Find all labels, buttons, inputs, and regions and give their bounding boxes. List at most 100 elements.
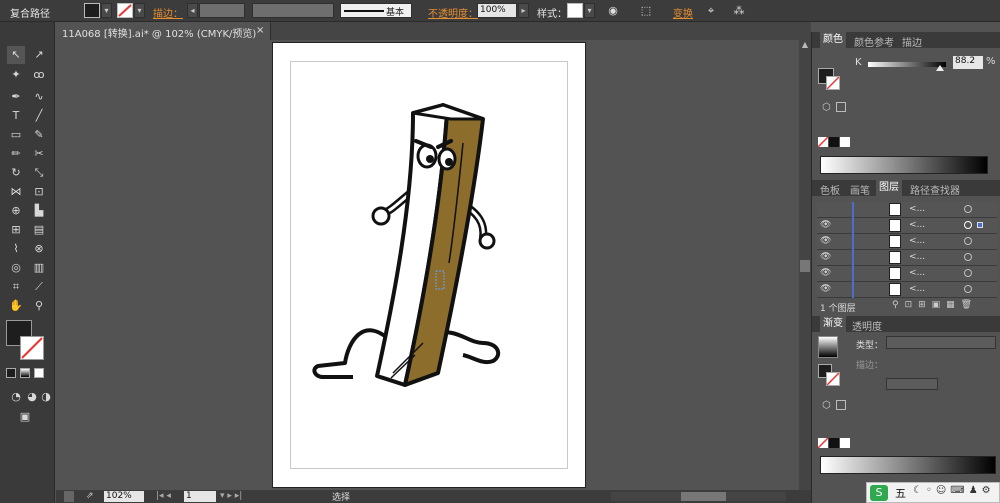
none-mode-icon[interactable] bbox=[34, 368, 44, 378]
target-icon[interactable] bbox=[964, 285, 972, 293]
artboard-tool-icon[interactable]: ⌗ bbox=[7, 278, 25, 296]
graphic-style-swatch[interactable] bbox=[567, 3, 583, 18]
none-swatch[interactable] bbox=[817, 437, 829, 449]
visibility-eye-icon[interactable]: 👁 bbox=[820, 268, 831, 278]
line-tool-icon[interactable]: ╱ bbox=[30, 107, 48, 125]
target-icon[interactable] bbox=[964, 269, 972, 277]
rotate-tool-icon[interactable]: ↻ bbox=[7, 164, 25, 182]
column-graph-tool-icon[interactable]: ▥ bbox=[30, 259, 48, 277]
close-tab-icon[interactable]: × bbox=[256, 25, 264, 36]
chart-tool-icon[interactable]: ▙ bbox=[30, 202, 48, 220]
eyedropper-tool-icon[interactable]: ⌇ bbox=[7, 240, 25, 258]
layer-row[interactable]: 👁 <... bbox=[817, 282, 997, 298]
scroll-up-icon[interactable]: ▲ bbox=[799, 40, 811, 52]
shape-builder-tool-icon[interactable]: ⊕ bbox=[7, 202, 25, 220]
layer-actions[interactable]: ⚲⊡⊞▣▦🗑 bbox=[892, 300, 978, 310]
isolate-icon[interactable]: ⌖ bbox=[703, 3, 719, 18]
none-swatch[interactable] bbox=[817, 136, 829, 148]
zoom-field[interactable]: 102% bbox=[104, 491, 144, 502]
white-swatch[interactable] bbox=[840, 137, 850, 147]
ime-mode[interactable]: 五 bbox=[895, 485, 906, 501]
gradient-stroke-box[interactable] bbox=[826, 372, 840, 386]
zoom-tool-icon[interactable]: ⚲ bbox=[30, 297, 48, 315]
gradient-tool-icon[interactable]: ▤ bbox=[30, 221, 48, 239]
opacity-dropdown[interactable]: ▸ bbox=[518, 3, 529, 18]
export-icon[interactable]: ⇗ bbox=[86, 491, 98, 502]
layer-row[interactable]: <... bbox=[817, 202, 997, 218]
transform-label[interactable]: 变换 bbox=[673, 5, 693, 20]
horizontal-scrollbar[interactable] bbox=[611, 492, 786, 501]
stroke-weight-field[interactable] bbox=[199, 3, 245, 18]
selection-tool-icon[interactable]: ↖ bbox=[7, 46, 25, 64]
gradient-angle-field[interactable] bbox=[886, 378, 938, 390]
color-spectrum-bar[interactable] bbox=[820, 156, 988, 174]
opacity-field[interactable]: 100% bbox=[477, 3, 517, 18]
tab-swatches[interactable]: 色板 bbox=[820, 182, 840, 197]
color-stroke-box[interactable] bbox=[826, 76, 840, 90]
stroke-label[interactable]: 描边： bbox=[153, 5, 183, 20]
curvature-tool-icon[interactable]: ∿ bbox=[30, 88, 48, 106]
visibility-eye-icon[interactable]: 👁 bbox=[820, 252, 831, 262]
rectangle-tool-icon[interactable]: ▭ bbox=[7, 126, 25, 144]
k-slider-track[interactable] bbox=[868, 62, 946, 67]
selection-indicator[interactable] bbox=[977, 222, 983, 228]
out-of-gamut-icon[interactable]: ⬡ bbox=[822, 102, 831, 113]
web-safe-icon[interactable] bbox=[836, 400, 846, 410]
hand-tool-icon[interactable]: ✋ bbox=[7, 297, 25, 315]
visibility-eye-icon[interactable]: 👁 bbox=[820, 284, 831, 294]
ime-logo-icon[interactable]: S bbox=[870, 485, 888, 501]
gradient-type-select[interactable] bbox=[886, 336, 996, 349]
tab-color-guide[interactable]: 颜色参考 bbox=[854, 34, 894, 49]
black-swatch[interactable] bbox=[829, 438, 839, 448]
blend-tool-icon[interactable]: ⊗ bbox=[30, 240, 48, 258]
width-tool-icon[interactable]: ⋈ bbox=[7, 183, 25, 201]
stroke-weight-stepper[interactable]: ◂ bbox=[187, 3, 198, 18]
scroll-thumb[interactable] bbox=[800, 260, 810, 272]
black-swatch[interactable] bbox=[829, 137, 839, 147]
web-safe-icon[interactable] bbox=[836, 102, 846, 112]
lasso-tool-icon[interactable]: ꝏ bbox=[30, 66, 48, 84]
ime-icons[interactable]: ☾◦☺⌨♟⚙ bbox=[913, 485, 995, 496]
stroke-dropdown[interactable]: ▾ bbox=[134, 3, 145, 18]
scale-tool-icon[interactable]: ⤡ bbox=[30, 164, 48, 182]
screen-mode-icon[interactable]: ▣ bbox=[16, 408, 34, 426]
magic-wand-tool-icon[interactable]: ✦ bbox=[7, 66, 25, 84]
pencil-tool-icon[interactable]: ✏ bbox=[7, 145, 25, 163]
graphic-style-dropdown[interactable]: ▾ bbox=[584, 3, 595, 18]
fill-swatch[interactable] bbox=[84, 3, 100, 18]
artboard[interactable] bbox=[272, 42, 586, 488]
page-field[interactable]: 1 bbox=[184, 491, 216, 502]
symbol-sprayer-tool-icon[interactable]: ◎ bbox=[7, 259, 25, 277]
paintbrush-tool-icon[interactable]: ✎ bbox=[30, 126, 48, 144]
vertical-scrollbar[interactable]: ▲ bbox=[799, 40, 811, 490]
free-transform-tool-icon[interactable]: ⊡ bbox=[30, 183, 48, 201]
type-tool-icon[interactable]: T bbox=[7, 107, 25, 125]
mesh-tool-icon[interactable]: ⊞ bbox=[7, 221, 25, 239]
panel-menu-icon[interactable]: ⁂ bbox=[731, 3, 747, 18]
tab-layers[interactable]: 图层 bbox=[876, 180, 902, 196]
direct-selection-tool-icon[interactable]: ↗ bbox=[30, 46, 48, 64]
white-swatch[interactable] bbox=[840, 438, 850, 448]
layer-row[interactable]: 👁 <... bbox=[817, 234, 997, 250]
fill-dropdown[interactable]: ▾ bbox=[101, 3, 112, 18]
next-page-icon[interactable]: ▾ ▸ ▸| bbox=[220, 491, 250, 502]
first-page-icon[interactable]: |◂ ◂ bbox=[156, 491, 178, 502]
tab-transparency[interactable]: 透明度 bbox=[852, 318, 882, 333]
stroke-color-box[interactable] bbox=[20, 336, 44, 360]
color-mode-icon[interactable] bbox=[6, 368, 16, 378]
k-value-field[interactable]: 88.2 bbox=[953, 56, 983, 69]
opacity-label[interactable]: 不透明度： bbox=[428, 5, 478, 20]
wood-plank-character-illustration[interactable] bbox=[273, 43, 587, 489]
scissors-tool-icon[interactable]: ✂ bbox=[30, 145, 48, 163]
target-icon[interactable] bbox=[964, 221, 972, 229]
tab-stroke[interactable]: 描边 bbox=[902, 34, 922, 49]
target-icon[interactable] bbox=[964, 205, 972, 213]
align-icon[interactable]: ⬚ bbox=[638, 3, 654, 18]
layer-row[interactable]: 👁 <... bbox=[817, 250, 997, 266]
slice-tool-icon[interactable]: ⟋ bbox=[30, 278, 48, 296]
k-slider-thumb[interactable] bbox=[936, 65, 944, 71]
tab-gradient[interactable]: 渐变 bbox=[820, 316, 846, 332]
gradient-preview[interactable] bbox=[818, 336, 838, 358]
tab-pathfinder[interactable]: 路径查找器 bbox=[910, 182, 960, 197]
out-of-gamut-icon[interactable]: ⬡ bbox=[822, 400, 831, 411]
